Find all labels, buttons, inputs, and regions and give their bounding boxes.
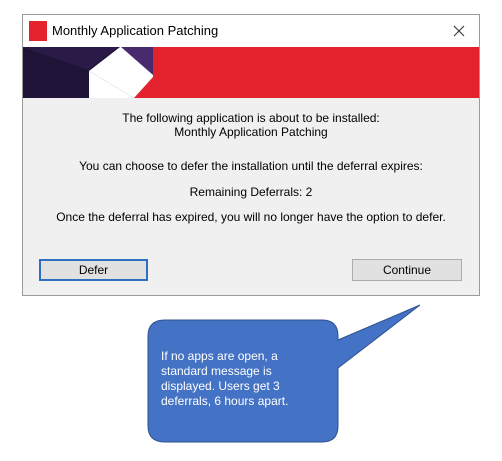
message-line-defer-option: You can choose to defer the installation… — [79, 159, 423, 173]
message-line-app-name: Monthly Application Patching — [174, 125, 328, 139]
close-button[interactable] — [439, 15, 479, 47]
message-line-deferral-expiry: Once the deferral has expired, you will … — [56, 210, 446, 224]
close-icon — [453, 25, 465, 37]
continue-button[interactable]: Continue — [352, 259, 462, 281]
patching-dialog: Monthly Application Patching The followi… — [22, 14, 480, 296]
defer-button[interactable]: Defer — [39, 259, 148, 281]
message-line-install-notice: The following application is about to be… — [122, 111, 380, 125]
window-title: Monthly Application Patching — [52, 23, 219, 38]
callout-text: If no apps are open, a standard message … — [161, 349, 289, 408]
brand-banner — [23, 47, 479, 98]
title-bar: Monthly Application Patching — [23, 15, 479, 47]
app-icon — [29, 21, 47, 41]
remaining-deferrals: Remaining Deferrals: 2 — [189, 185, 313, 199]
screenshot-stage: Monthly Application Patching The followi… — [0, 0, 502, 461]
